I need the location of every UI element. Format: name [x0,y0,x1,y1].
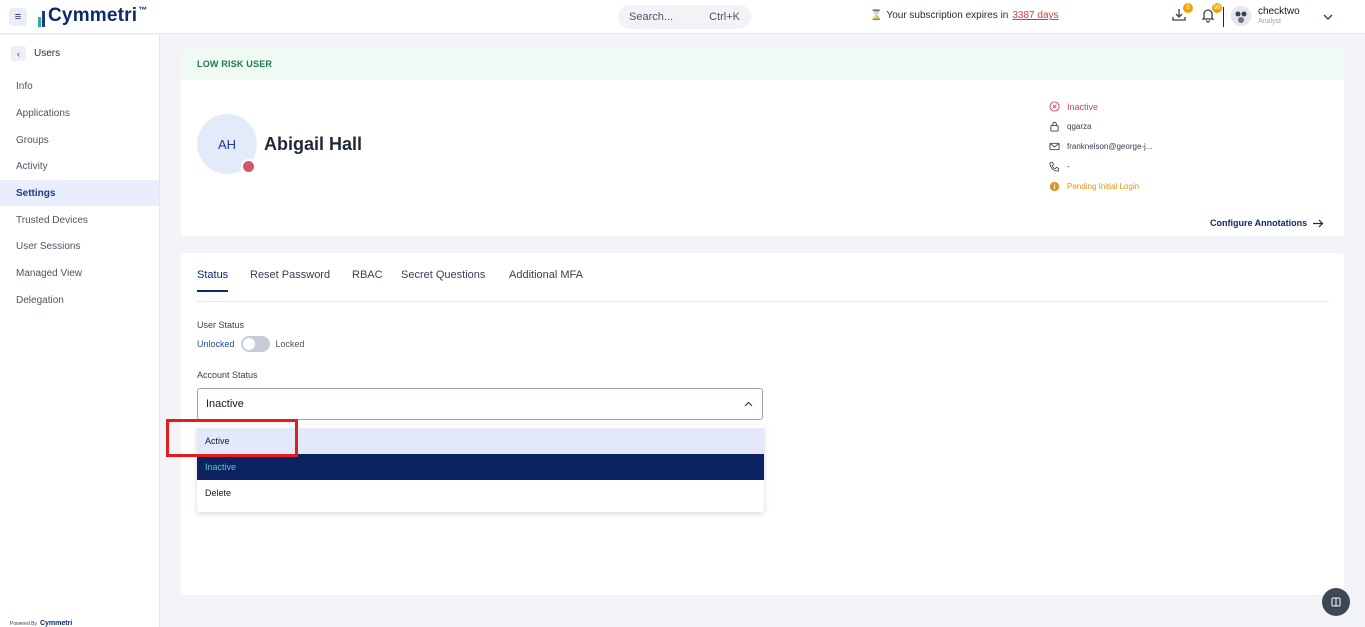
tab-additional-mfa[interactable]: Additional MFA [509,269,583,290]
help-button[interactable] [1322,588,1350,616]
account-status-select[interactable]: Inactive [197,388,763,420]
chevron-down-icon[interactable] [1322,10,1334,22]
email-row: franknelson@george-j... [1049,141,1153,152]
logo-mark [38,9,46,27]
divider [1223,7,1224,27]
sidebar-item-label: Trusted Devices [16,214,88,226]
settings-card: Status Reset Password RBAC Secret Questi… [181,253,1344,595]
sidebar-item-groups[interactable]: Groups [0,127,159,153]
sidebar-item-label: Activity [16,160,48,172]
back-to-users[interactable]: ‹ Users [11,46,60,61]
status-text: Inactive [1067,101,1099,112]
logo-text: Cymmetri [48,5,138,26]
sidebar-item-delegation[interactable]: Delegation [0,287,159,313]
sidebar-item-trusted-devices[interactable]: Trusted Devices [0,207,159,233]
logo[interactable]: Cymmetri ™ [38,5,147,27]
top-bar: ≡ Cymmetri ™ Search... Ctrl+K ⌛ Your sub… [0,0,1365,34]
option-delete[interactable]: Delete [197,480,764,506]
back-label: Users [34,48,61,59]
unlocked-label: Unlocked [197,339,235,349]
profile-card: LOW RISK USER AH Abigail Hall Inactive q… [181,48,1344,236]
notifications-badge: 99 [1212,3,1222,13]
bell-icon[interactable]: 99 [1200,3,1222,25]
sidebar-item-label: Applications [16,107,70,119]
search-input[interactable]: Search... Ctrl+K [618,5,751,29]
sidebar-item-label: Managed View [16,267,82,279]
option-inactive[interactable]: Inactive [197,454,764,480]
configure-annotations-link[interactable]: Configure Annotations [1210,218,1324,228]
user-role: Analyst [1258,18,1281,25]
powered-by-brand: Cymmetri [39,620,73,627]
sidebar-item-activity[interactable]: Activity [0,153,159,179]
powered-by: Powered By Cymmetri [10,620,72,627]
chevron-left-icon: ‹ [11,46,26,61]
phone-row: - [1049,161,1070,172]
sidebar-item-label: Groups [16,134,49,146]
sidebar-item-applications[interactable]: Applications [0,100,159,126]
sidebar-item-label: User Sessions [16,240,81,252]
sidebar-item-label: Settings [16,187,56,199]
user-status-toggle-row: Unlocked Locked [197,336,305,352]
sidebar-item-managed-view[interactable]: Managed View [0,260,159,286]
search-placeholder: Search... [629,11,674,23]
tab-bar: Status Reset Password RBAC Secret Questi… [197,267,1329,302]
phone-text: - [1067,162,1070,171]
sidebar-item-user-sessions[interactable]: User Sessions [0,233,159,259]
sidebar-item-label: Delegation [16,294,64,306]
book-icon [1331,597,1341,607]
arrow-right-icon [1313,219,1324,227]
downloads-badge: 5 [1183,3,1193,13]
info-circle-icon [1049,181,1060,192]
menu-icon[interactable]: ≡ [9,8,27,26]
sidebar-item-settings[interactable]: Settings [0,180,159,206]
highlight-box [166,419,298,457]
username-text: qgarza [1067,122,1092,131]
risk-banner: LOW RISK USER [181,48,1344,80]
tab-status[interactable]: Status [197,269,229,292]
configure-label: Configure Annotations [1210,218,1308,228]
phone-icon [1049,161,1060,172]
user-full-name: Abigail Hall [264,134,363,154]
login-state-text: Pending Initial Login [1067,182,1140,191]
avatar[interactable] [1231,6,1251,26]
powered-by-label: Powered By [10,620,37,627]
login-state-row: Pending Initial Login [1049,181,1139,192]
x-circle-icon [1049,101,1060,112]
lock-icon [1050,121,1059,132]
status-dot [241,159,256,174]
lock-toggle[interactable] [240,336,270,352]
status-row: Inactive [1049,101,1098,112]
hourglass-icon: ⌛ [870,10,883,21]
subscription-text: Your subscription expires in [886,10,1009,21]
sidebar: ‹ Users Info Applications Groups Activit… [0,35,160,627]
email-text: franknelson@george-j... [1067,142,1153,151]
search-shortcut: Ctrl+K [709,11,740,23]
sidebar-item-label: Info [16,80,33,92]
locked-label: Locked [275,339,305,349]
mail-icon [1049,142,1060,151]
user-status-label: User Status [197,320,245,330]
tab-reset-password[interactable]: Reset Password [250,269,330,290]
subscription-days-link[interactable]: 3387 days [1012,10,1058,21]
sidebar-item-info[interactable]: Info [0,73,159,99]
account-status-value: Inactive [206,398,244,410]
tab-rbac[interactable]: RBAC [352,269,383,290]
account-status-label: Account Status [197,370,258,380]
chevron-up-icon [744,401,753,407]
download-icon[interactable]: 5 [1171,3,1193,25]
subscription-notice: ⌛ Your subscription expires in 3387 days [870,10,1059,21]
tab-secret-questions[interactable]: Secret Questions [401,269,485,290]
username-row: qgarza [1049,121,1091,132]
user-name[interactable]: checktwo [1258,6,1300,17]
logo-trademark: ™ [138,5,148,15]
